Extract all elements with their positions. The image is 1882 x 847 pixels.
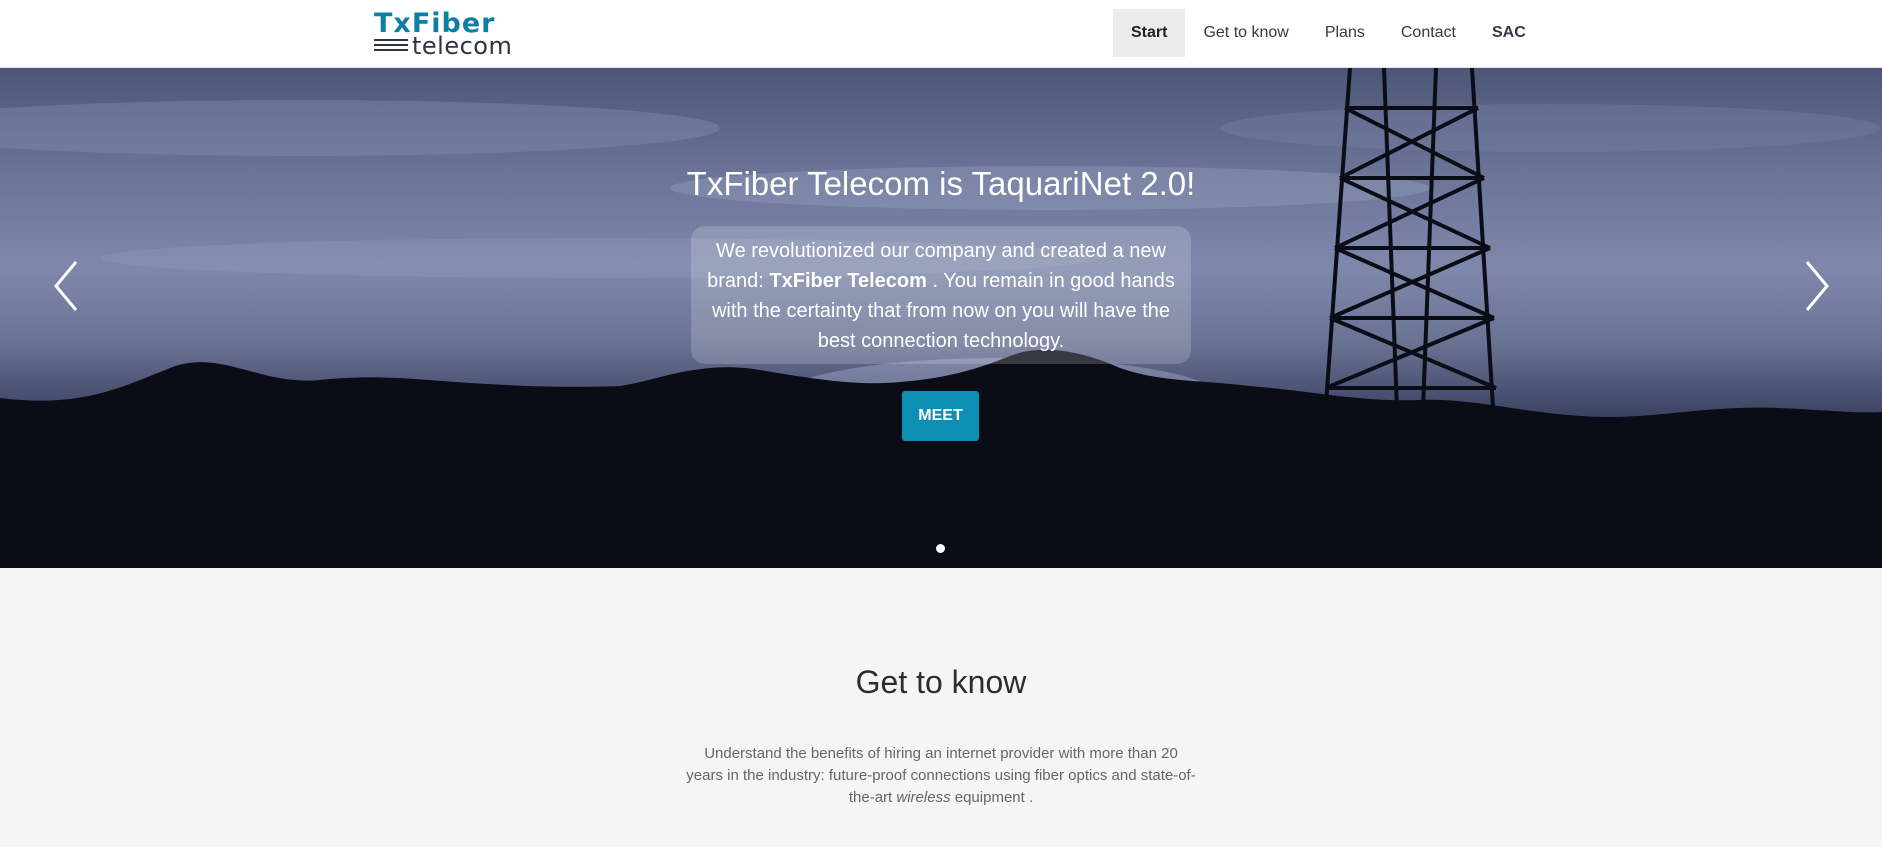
logo-lines-icon (374, 39, 408, 55)
carousel-next-button[interactable] (1795, 258, 1835, 314)
section-text-italic: wireless (896, 789, 951, 806)
nav-plans[interactable]: Plans (1307, 9, 1383, 57)
section-description: Understand the benefits of hiring an int… (685, 743, 1197, 809)
hero-description: We revolutionized our company and create… (691, 226, 1191, 364)
nav-contact[interactable]: Contact (1383, 9, 1474, 57)
main-nav: Start Get to know Plans Contact SAC (1113, 9, 1544, 57)
chevron-right-icon (1805, 261, 1829, 311)
chevron-left-icon (54, 261, 78, 311)
txfiber-logo[interactable]: TxFiber telecom (372, 9, 520, 59)
section-title: Get to know (855, 664, 1027, 700)
hero-title: TxFiber Telecom is TaquariNet 2.0! (686, 165, 1196, 202)
section-text-after: equipment . (954, 789, 1034, 806)
nav-get-to-know[interactable]: Get to know (1185, 9, 1306, 57)
carousel-prev-button[interactable] (48, 258, 88, 314)
get-to-know-section: Get to know Understand the benefits of h… (0, 568, 1882, 847)
hero-carousel: TxFiber Telecom is TaquariNet 2.0! We re… (0, 68, 1882, 568)
nav-start[interactable]: Start (1113, 9, 1186, 57)
nav-sac[interactable]: SAC (1474, 9, 1544, 57)
site-header: TxFiber telecom Start Get to know Plans … (0, 0, 1882, 68)
meet-button[interactable]: MEET (902, 391, 979, 441)
hero-text-brand: TxFiber Telecom (769, 270, 927, 292)
logo-sub: telecom (412, 32, 513, 60)
carousel-indicator-dot[interactable] (936, 544, 945, 553)
